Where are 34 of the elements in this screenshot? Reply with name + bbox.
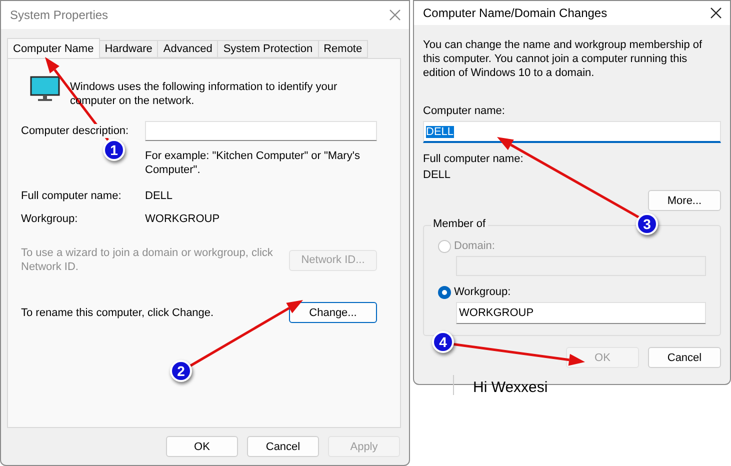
member-field[interactable]: WORKGROUP	[456, 302, 706, 324]
tab[interactable]: Remote	[318, 40, 368, 58]
radio-button[interactable]	[438, 286, 451, 298]
dialog-button[interactable]: OK	[166, 436, 238, 457]
field-value: WORKGROUP	[145, 212, 221, 226]
hint-text: For example: "Kitchen Computer" or "Mary's Computer".	[145, 149, 361, 177]
computer-name-field[interactable]: DELL	[423, 121, 721, 143]
dialog-button[interactable]: Cancel	[247, 436, 319, 457]
field-label: Workgroup:	[21, 212, 79, 226]
network-text: To use a wizard to join a domain or workgroup, click Network ID.	[21, 246, 274, 274]
field-value: DELL	[145, 189, 174, 203]
description-text: You can change the name and workgroup membership of this computer. You cannot join a computer running this edition of Windows 10 to a domain.	[423, 38, 704, 80]
dialog-button[interactable]: Cancel	[648, 347, 721, 368]
tab[interactable]: System Protection	[217, 40, 319, 58]
field-label: Computer description:	[21, 124, 129, 138]
window-title: Computer Name/Domain Changes	[423, 6, 608, 20]
rename-text: To rename this computer, click Change.	[21, 306, 215, 320]
monitor-icon	[30, 76, 60, 102]
window-title: System Properties	[10, 8, 108, 22]
group-title: Member of	[431, 218, 488, 230]
tab[interactable]: Computer Name	[7, 38, 100, 58]
tab[interactable]: Hardware	[98, 40, 158, 58]
radio-label: Workgroup:	[454, 285, 511, 299]
tab[interactable]: Advanced	[157, 40, 218, 58]
more-button[interactable]: More...	[648, 190, 721, 211]
field-label: Computer name:	[423, 104, 506, 118]
close-icon[interactable]	[710, 7, 722, 19]
field-label: Full computer name:	[21, 189, 122, 203]
background-text: Hi Wexxesi	[473, 378, 548, 398]
field-label: Full computer name:	[423, 152, 524, 166]
radio-label: Domain:	[454, 239, 495, 253]
field-value: DELL	[423, 168, 452, 182]
description-field[interactable]	[145, 121, 377, 141]
change-button[interactable]: Change...	[289, 302, 377, 323]
